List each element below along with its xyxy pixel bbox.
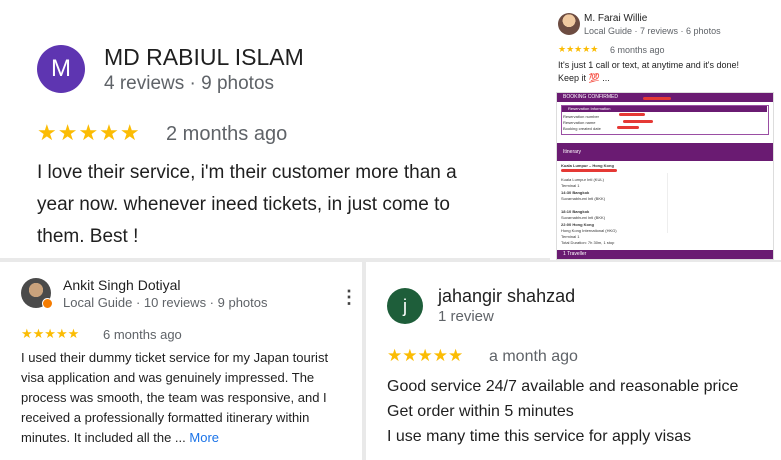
- review-line: I love their service, i'm their customer…: [37, 162, 457, 183]
- review-card-md-rabiul-islam: M MD RABIUL ISLAM 4 reviews · 9 photos ★…: [0, 0, 550, 258]
- reviewer-meta: Local Guide · 10 reviews · 9 photos: [63, 295, 268, 310]
- review-line: visa application and was genuinely impre…: [21, 370, 315, 385]
- reviewer-name[interactable]: Ankit Singh Dotiyal: [63, 277, 181, 293]
- itinerary-line: 22:00 Hong Kong: [561, 222, 594, 227]
- avatar[interactable]: j: [387, 288, 423, 324]
- redaction-mark: [619, 113, 645, 116]
- review-line-last: minutes. It included all the ... More: [21, 428, 328, 448]
- itinerary-line: 14:30 Bangkok: [561, 190, 590, 195]
- review-text: It's just 1 call or text, at anytime and…: [558, 59, 739, 85]
- more-link[interactable]: More: [189, 430, 219, 445]
- route-title: Kuala Lumpur – Hong Kong: [561, 163, 614, 168]
- review-text: I used their dummy ticket service for my…: [21, 348, 328, 448]
- review-card-ankit-singh-dotiyal: Ankit Singh Dotiyal Local Guide · 10 rev…: [0, 262, 362, 460]
- itinerary-line: Kuala Lumpur Intl (KUL): [561, 177, 604, 182]
- redaction-mark: [617, 126, 639, 129]
- reviewer-meta: Local Guide · 7 reviews · 6 photos: [584, 26, 721, 36]
- review-line: Good service 24/7 available and reasonab…: [387, 378, 739, 395]
- itinerary-line: 18:10 Bangkok: [561, 209, 590, 214]
- itinerary-line: Total Duration: 7h 30m, 1 stop: [561, 240, 615, 245]
- itinerary-line: Terminal 1: [561, 183, 580, 188]
- review-date: 6 months ago: [103, 327, 182, 342]
- reservation-row: Reservation name: [563, 120, 596, 125]
- itinerary-line: Suvarnabhumi Intl (BKK): [561, 196, 606, 201]
- star-rating: ★★★★★: [558, 44, 599, 54]
- booking-confirmation-photo[interactable]: BOOKING CONFIRMED Reservation Informatio…: [556, 92, 774, 260]
- reviewer-name[interactable]: jahangir shahzad: [438, 286, 575, 307]
- review-card-jahangir-shahzad: j jahangir shahzad 1 review ★★★★★ a mont…: [366, 262, 781, 460]
- more-options-icon[interactable]: ⋮: [340, 288, 358, 306]
- itinerary-line: Terminal 1: [561, 234, 580, 239]
- star-rating: ★★★★★: [21, 326, 80, 341]
- review-line: received a professionally formatted itin…: [21, 410, 310, 425]
- reviewer-name[interactable]: MD RABIUL ISLAM: [104, 44, 304, 71]
- review-line: Get order within 5 minutes: [387, 403, 574, 420]
- review-line: them. Best !: [37, 226, 139, 247]
- reservation-section-bar: Reservation Information: [562, 106, 767, 112]
- review-line: Keep it 💯 ...: [558, 73, 610, 83]
- review-date: 6 months ago: [610, 45, 665, 55]
- local-guide-badge-icon: [42, 298, 53, 309]
- review-text: I love their service, i'm their customer…: [37, 157, 457, 253]
- avatar[interactable]: M: [37, 45, 85, 93]
- star-rating: ★★★★★: [37, 120, 141, 145]
- itinerary-bar: Itinerary: [557, 143, 773, 161]
- itinerary-line: Hong Kong International (HKG): [561, 228, 617, 233]
- review-text: Good service 24/7 available and reasonab…: [387, 374, 738, 449]
- redaction-mark: [643, 97, 671, 100]
- review-line: process was smooth, the team was respons…: [21, 390, 327, 405]
- redaction-mark: [623, 120, 653, 123]
- traveller-bar: 1 Traveller: [557, 250, 773, 259]
- reviewer-meta: 1 review: [438, 308, 494, 325]
- redaction-mark: [561, 169, 617, 172]
- reviewer-name[interactable]: M. Farai Willie: [584, 13, 647, 24]
- reservation-row: Booking created date: [563, 126, 601, 131]
- star-rating: ★★★★★: [387, 346, 464, 365]
- flight-details-column: [667, 173, 768, 233]
- reviewer-meta: 4 reviews · 9 photos: [104, 73, 275, 94]
- review-line: year now. whenever ineed tickets, in jus…: [37, 194, 450, 215]
- review-date: a month ago: [489, 348, 578, 365]
- review-line: I use many time this service for apply v…: [387, 428, 692, 445]
- review-line: It's just 1 call or text, at anytime and…: [558, 60, 740, 70]
- reservation-row: Reservation number: [563, 114, 600, 119]
- review-line: I used their dummy ticket service for my…: [21, 350, 329, 365]
- review-line-text: minutes. It included all the ...: [21, 430, 186, 445]
- avatar[interactable]: [558, 13, 580, 35]
- review-date: 2 months ago: [166, 123, 288, 145]
- itinerary-line: Suvarnabhumi Intl (BKK): [561, 215, 606, 220]
